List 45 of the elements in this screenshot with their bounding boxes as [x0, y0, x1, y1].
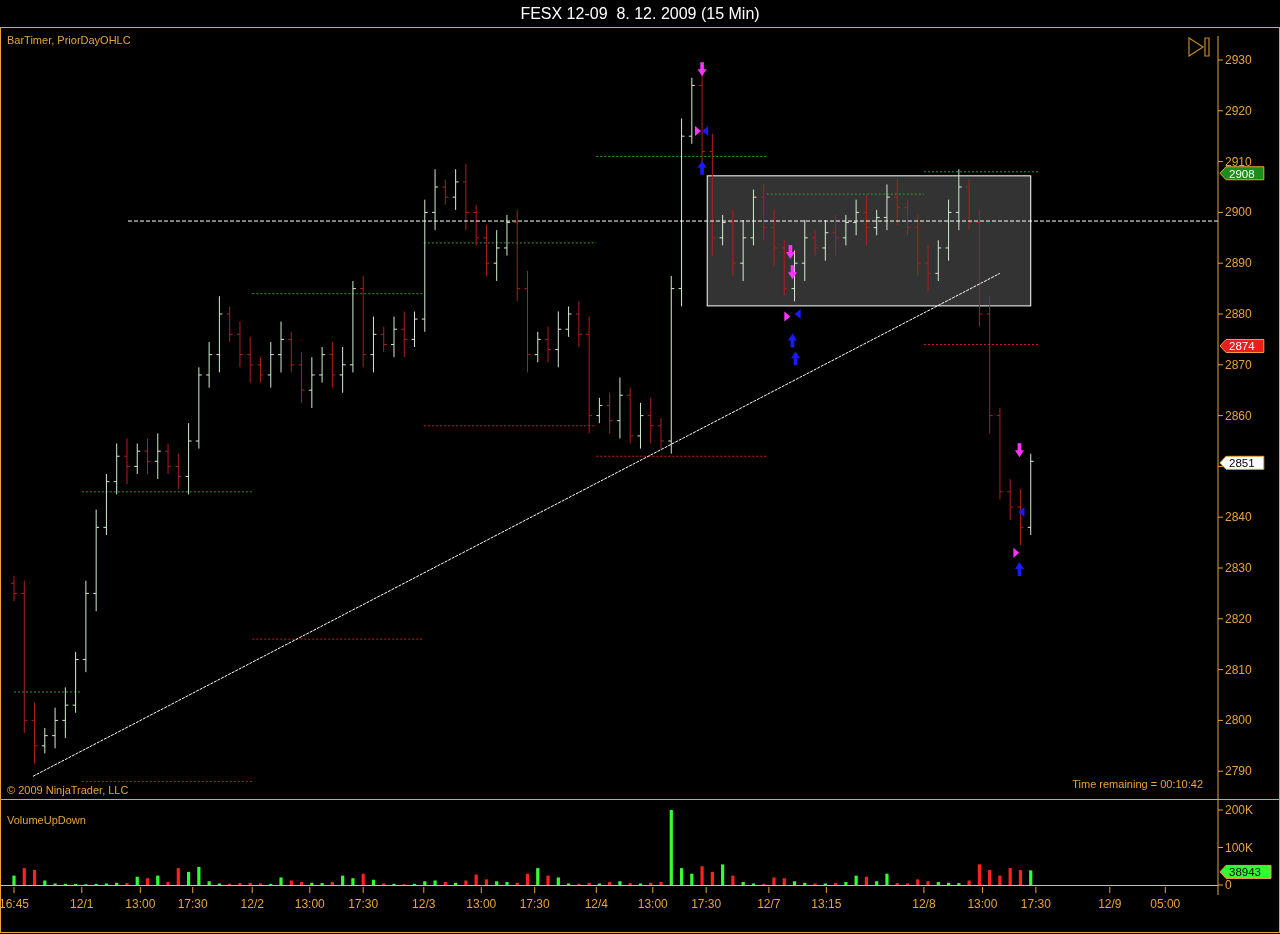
axis-tick-label: 12/7: [757, 897, 781, 911]
price-tag: 2908: [1219, 166, 1265, 181]
axis-tick-label: 2830: [1225, 561, 1252, 575]
axis-tick-label: 2870: [1225, 357, 1252, 372]
axis-tick-label: 13:00: [294, 897, 325, 911]
axis-tick-label: 12/1: [70, 897, 94, 911]
price-tag: 2874: [1219, 339, 1265, 353]
axis-tick-label: 13:15: [811, 897, 842, 911]
axis-tick-label: 0: [1225, 878, 1232, 892]
axis-tick-label: 17:30: [691, 897, 722, 911]
axis-tick-label: 12/9: [1098, 897, 1122, 911]
axis-tick-label: 13:00: [967, 897, 998, 911]
bar-timer-text: Time remaining = 00:10:42: [1072, 776, 1203, 792]
axis-tick-label: 12/2: [240, 897, 264, 911]
axis-tick-label: 13:00: [466, 897, 497, 911]
volume-tag: 38943: [1219, 864, 1272, 879]
axis-tick-label: 17:30: [348, 897, 379, 911]
axis-tick-label: 2820: [1225, 611, 1252, 626]
axis-tick-label: 17:30: [1020, 897, 1051, 911]
axis-tick-label: 17:30: [519, 897, 550, 911]
axis-tick-label: 05:00: [1150, 897, 1181, 911]
axis-tick-label: 2910: [1225, 154, 1252, 169]
axis-tick-label: 2890: [1225, 256, 1252, 271]
axis-tick-label: 2920: [1225, 103, 1252, 118]
axis-tick-label: 2840: [1225, 510, 1252, 525]
axis-tick-label: 17:30: [177, 897, 208, 911]
axis-tick-label: 2880: [1225, 307, 1252, 321]
indicator-label: BarTimer, PriorDayOHLC: [7, 33, 131, 48]
axis-tick-label: 2860: [1225, 408, 1252, 423]
axis-tick-label: 2930: [1225, 53, 1252, 67]
copyright-text: © 2009 NinjaTrader, LLC: [7, 782, 129, 798]
axis-tick-label: 12/8: [912, 897, 936, 911]
axis-tick-label: 2810: [1225, 662, 1252, 677]
axis-tick-label: 12/3: [412, 897, 436, 911]
axis-tick-label: 13:00: [637, 897, 668, 911]
price-tag: 2851: [1219, 455, 1265, 470]
axis-tick-label: 100K: [1225, 840, 1254, 855]
axis-tick-label: 12/4: [584, 897, 608, 911]
axis-tick-label: 2800: [1225, 713, 1252, 728]
axis-tick-label: 2900: [1225, 205, 1252, 220]
window-title: FESX 12-09 8. 12. 2009 (15 Min): [520, 3, 760, 24]
indicator-label: VolumeUpDown: [7, 813, 86, 828]
axis-tick-label: 13:00: [125, 897, 156, 911]
axis-tick-label: 2790: [1225, 764, 1252, 779]
axis-tick-label: 200K: [1225, 803, 1254, 817]
